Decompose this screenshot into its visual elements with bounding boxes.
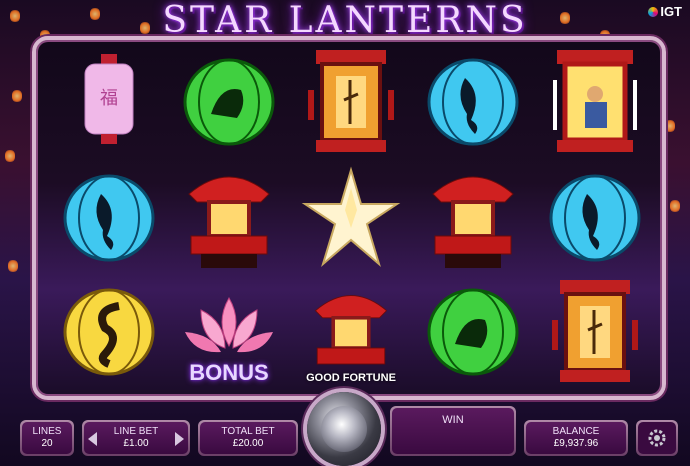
total-bet-label: TOTAL BET	[221, 426, 275, 437]
reel-symbol-red-temple-lantern	[414, 162, 532, 274]
lines-panel[interactable]: LINES 20	[20, 420, 74, 456]
red-scholar-lantern-icon	[553, 50, 637, 152]
yellow-dragon-lantern-icon	[63, 288, 155, 376]
lines-label: LINES	[32, 426, 62, 437]
total-bet-value: £20.00	[232, 438, 264, 449]
igt-logo-icon	[648, 7, 659, 17]
reel-symbol-good-fortune-lantern: GOOD FORTUNE	[292, 276, 410, 388]
good-fortune-lantern-icon	[314, 295, 388, 365]
blue-koi-lantern-icon	[427, 58, 519, 146]
reel-symbol-red-pagoda-lantern	[292, 46, 410, 158]
reel-symbol-green-tiger-lantern	[170, 46, 288, 158]
reel-symbol-red-pagoda-lantern	[536, 276, 654, 388]
reel-symbol-pink-lantern: 福	[50, 46, 168, 158]
line-bet-panel: LINE BET £1.00	[82, 420, 190, 456]
red-pagoda-lantern-icon	[552, 280, 638, 382]
red-temple-lantern-icon	[432, 176, 514, 268]
win-panel: WIN	[390, 406, 516, 456]
reel-frame: 福 BONUS GOOD FORTUNE	[32, 36, 666, 400]
svg-text:福: 福	[100, 88, 118, 109]
spin-icon	[321, 406, 367, 452]
blue-koi-lantern-icon	[549, 174, 641, 262]
brand-logo: IGT	[648, 4, 682, 19]
star-wild-icon	[301, 166, 401, 267]
pink-lantern-icon: 福	[84, 54, 134, 144]
line-bet-decrease-icon[interactable]	[88, 432, 97, 446]
game-title: STAR LANTERNS	[162, 0, 528, 41]
blue-koi-lantern-icon	[63, 174, 155, 262]
balance-panel: BALANCE £9,937.96	[524, 420, 628, 456]
red-pagoda-lantern-icon	[308, 50, 394, 152]
red-temple-lantern-icon	[188, 176, 270, 268]
balance-value: £9,937.96	[553, 438, 599, 449]
line-bet-value: £1.00	[123, 438, 149, 449]
settings-button[interactable]	[636, 420, 678, 456]
green-tiger-lantern-icon	[183, 58, 275, 146]
reel-symbol-lotus-bonus: BONUS	[170, 276, 288, 388]
good-fortune-label: GOOD FORTUNE	[306, 372, 396, 384]
lines-value: 20	[41, 438, 53, 449]
balance-label: BALANCE	[552, 426, 600, 437]
reel-symbol-yellow-dragon-lantern	[50, 276, 168, 388]
reel-symbol-blue-koi-lantern	[414, 46, 532, 158]
reel-symbol-green-tiger-lantern	[414, 276, 532, 388]
line-bet-increase-icon[interactable]	[175, 432, 184, 446]
line-bet-label: LINE BET	[113, 426, 159, 437]
bonus-label: BONUS	[189, 360, 269, 385]
reel-symbol-red-scholar-lantern	[536, 46, 654, 158]
total-bet-panel: TOTAL BET £20.00	[198, 420, 298, 456]
win-label: WIN	[442, 414, 464, 426]
gear-icon	[648, 429, 666, 447]
reel-symbol-star-wild	[292, 162, 410, 274]
reel-grid: 福 BONUS GOOD FORTUNE	[36, 40, 662, 396]
reel-symbol-blue-koi-lantern	[536, 162, 654, 274]
reel-symbol-red-temple-lantern	[170, 162, 288, 274]
spin-button[interactable]	[307, 392, 381, 466]
green-tiger-lantern-icon	[427, 288, 519, 376]
reel-symbol-blue-koi-lantern	[50, 162, 168, 274]
brand-text: IGT	[660, 4, 682, 19]
